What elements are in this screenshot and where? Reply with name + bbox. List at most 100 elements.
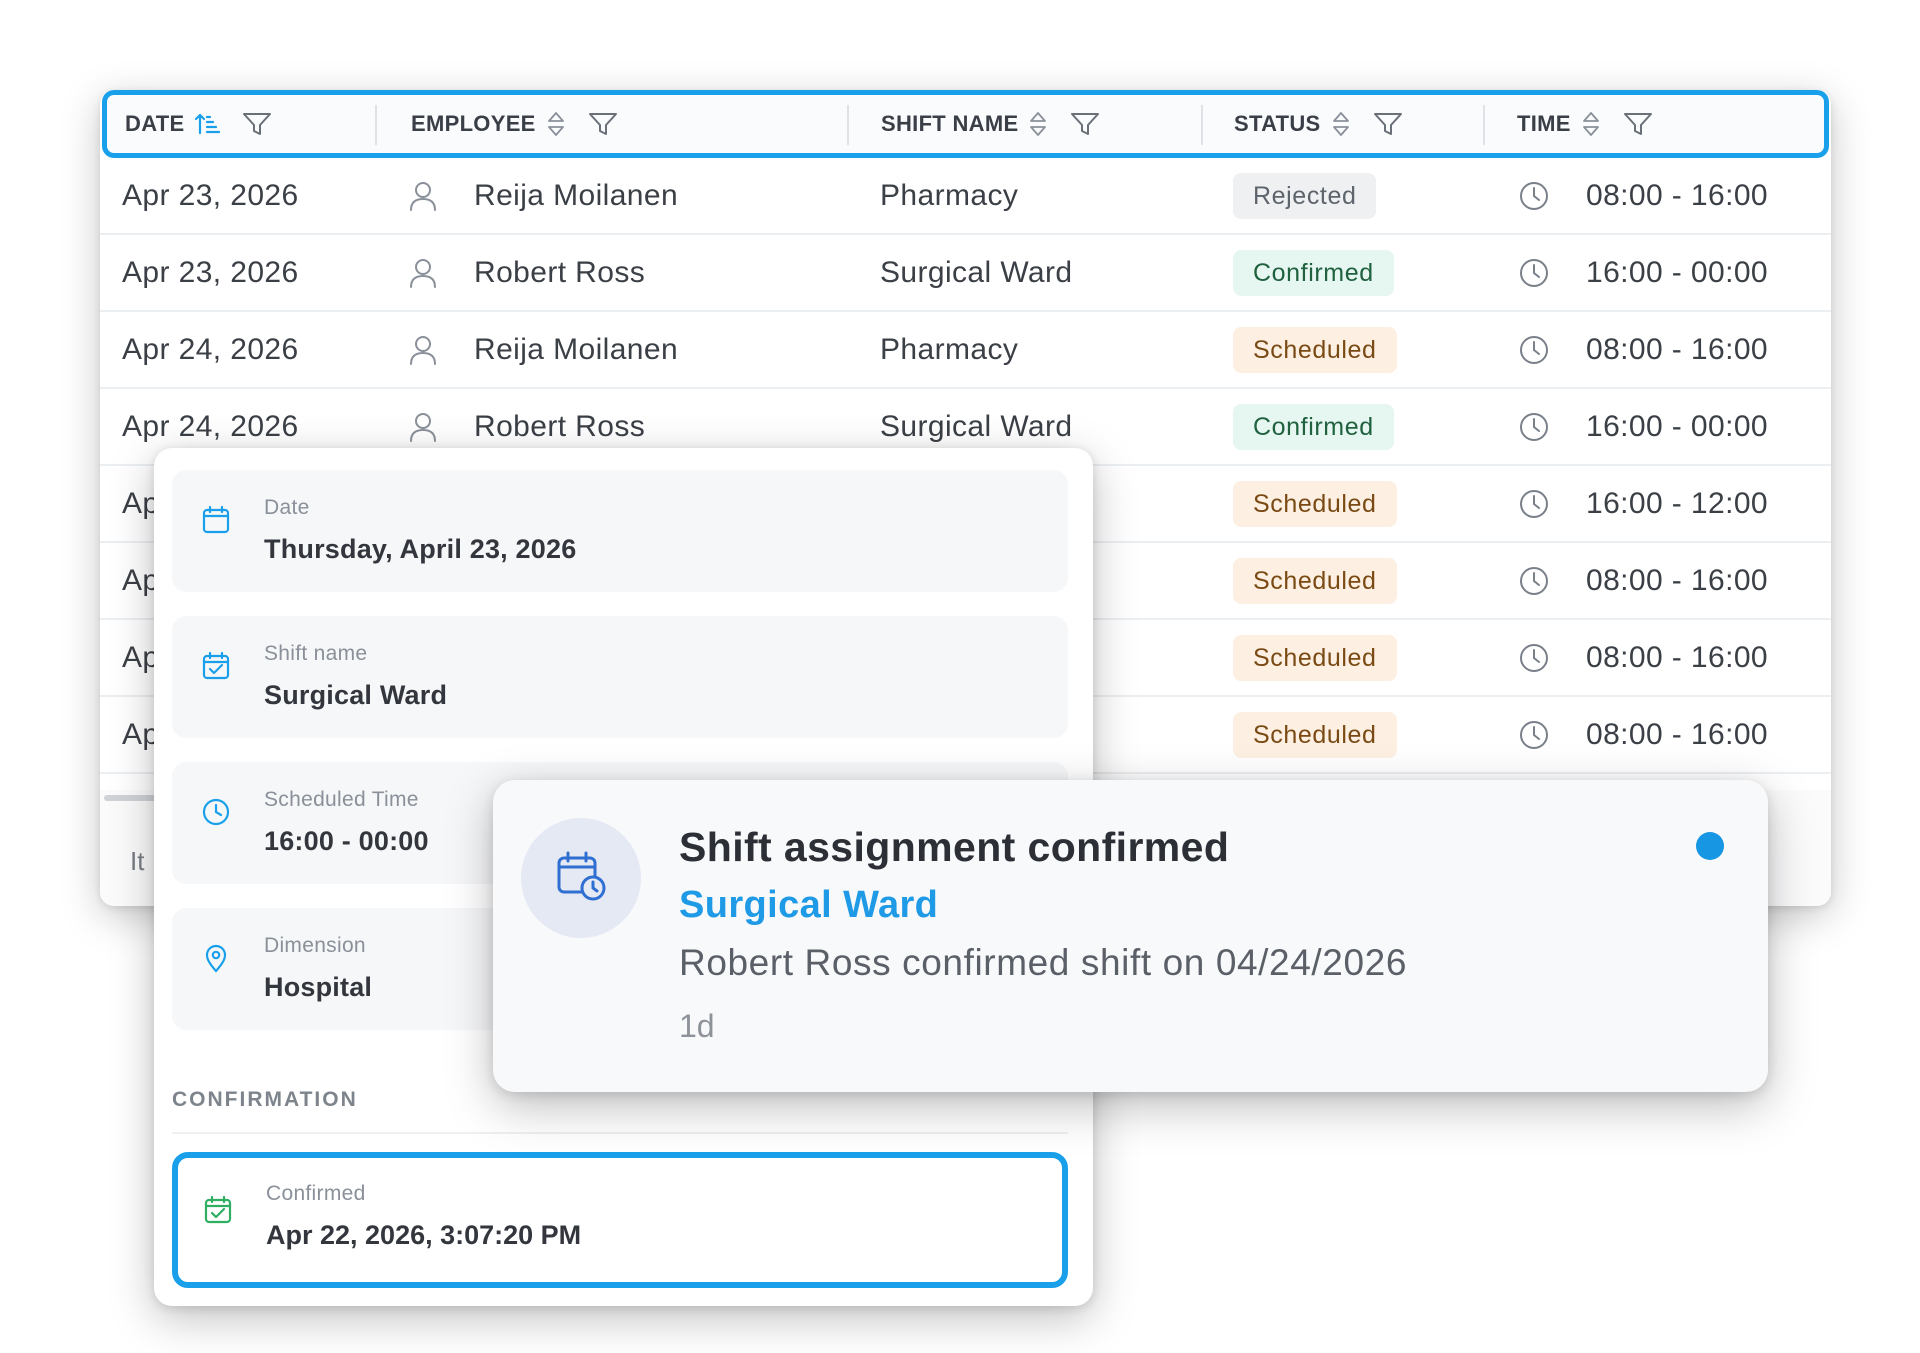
confirmation-section-title: CONFIRMATION xyxy=(172,1088,358,1111)
detail-date-value: Thursday, April 23, 2026 xyxy=(264,534,577,564)
cell-employee: Robert Ross xyxy=(408,256,645,290)
employee-name: Reija Moilanen xyxy=(474,332,679,366)
clock-icon xyxy=(1518,257,1568,289)
column-divider[interactable] xyxy=(847,105,849,145)
status-badge: Scheduled xyxy=(1233,634,1397,681)
detail-shift-name-card: Shift name Surgical Ward xyxy=(172,616,1068,738)
status-badge: Confirmed xyxy=(1233,403,1394,450)
clock-icon xyxy=(1518,334,1568,366)
cell-date: Apr 24, 2026 xyxy=(122,409,299,443)
column-header-employee[interactable]: EMPLOYEE xyxy=(411,95,618,153)
status-badge: Confirmed xyxy=(1233,249,1394,296)
filter-icon[interactable] xyxy=(242,111,272,137)
cell-shift-name: Surgical Ward xyxy=(880,255,1073,289)
clock-icon xyxy=(1518,488,1568,520)
cell-time: 08:00 - 16:00 xyxy=(1518,179,1768,213)
sort-ascending-icon[interactable] xyxy=(194,111,221,137)
time-range: 16:00 - 12:00 xyxy=(1586,486,1769,520)
cell-employee: Reija Moilanen xyxy=(408,179,678,213)
calendar-check-green-icon xyxy=(202,1194,234,1231)
cell-shift-name: Surgical Ward xyxy=(880,409,1073,443)
clock-icon xyxy=(200,796,232,833)
confirmation-card[interactable]: Confirmed Apr 22, 2026, 3:07:20 PM xyxy=(172,1152,1068,1288)
column-label-employee: EMPLOYEE xyxy=(411,111,536,136)
clock-icon xyxy=(1518,565,1568,597)
column-header-shift-name[interactable]: SHIFT NAME xyxy=(881,95,1100,153)
table-row[interactable]: Apr 23, 2026 Reija Moilanen Pharmacy Reject… xyxy=(100,158,1831,235)
column-divider[interactable] xyxy=(1483,105,1485,145)
time-range: 08:00 - 16:00 xyxy=(1586,178,1769,212)
confirmed-timestamp: Apr 22, 2026, 3:07:20 PM xyxy=(266,1220,582,1250)
cell-date: Apr 23, 2026 xyxy=(122,178,299,212)
employee-name: Reija Moilanen xyxy=(474,178,679,212)
filter-icon[interactable] xyxy=(1070,111,1100,137)
user-icon xyxy=(408,257,456,289)
time-range: 08:00 - 16:00 xyxy=(1586,332,1769,366)
location-pin-icon xyxy=(200,942,232,979)
clock-icon xyxy=(1518,411,1568,443)
detail-dimension-label: Dimension xyxy=(264,934,366,957)
cell-time: 08:00 - 16:00 xyxy=(1518,718,1768,752)
table-row[interactable]: Apr 23, 2026 Robert Ross Surgical Ward Conf… xyxy=(100,235,1831,312)
column-divider[interactable] xyxy=(375,105,377,145)
table-header-row: DATE EMPLOYEE SHIFT NAME STATUS TIME xyxy=(102,90,1829,158)
employee-name: Robert Ross xyxy=(474,255,646,289)
notification-shift-link[interactable]: Surgical Ward xyxy=(679,884,938,927)
time-range: 08:00 - 16:00 xyxy=(1586,717,1769,751)
column-divider[interactable] xyxy=(1201,105,1203,145)
calendar-check-icon xyxy=(200,650,232,687)
calendar-icon xyxy=(200,504,232,541)
detail-shift-name-value: Surgical Ward xyxy=(264,680,448,710)
column-header-date[interactable]: DATE xyxy=(125,95,272,153)
notification-time-ago: 1d xyxy=(679,1008,715,1044)
employee-name: Robert Ross xyxy=(474,409,646,443)
cell-time: 16:00 - 00:00 xyxy=(1518,256,1768,290)
time-range: 16:00 - 00:00 xyxy=(1586,255,1769,289)
clock-icon xyxy=(1518,719,1568,751)
column-header-time[interactable]: TIME xyxy=(1517,95,1653,153)
detail-date-card: Date Thursday, April 23, 2026 xyxy=(172,470,1068,592)
user-icon xyxy=(408,411,456,443)
detail-date-label: Date xyxy=(264,496,310,519)
column-label-shift-name: SHIFT NAME xyxy=(881,111,1019,136)
status-badge: Rejected xyxy=(1233,172,1377,219)
sort-unsorted-icon[interactable] xyxy=(546,110,566,138)
sort-unsorted-icon[interactable] xyxy=(1581,110,1601,138)
cell-time: 16:00 - 00:00 xyxy=(1518,410,1768,444)
status-badge: Scheduled xyxy=(1233,480,1397,527)
time-range: 08:00 - 16:00 xyxy=(1586,563,1769,597)
notification-card[interactable]: Shift assignment confirmed Surgical Ward… xyxy=(493,780,1768,1092)
cell-employee: Robert Ross xyxy=(408,410,645,444)
time-range: 08:00 - 16:00 xyxy=(1586,640,1769,674)
column-header-status[interactable]: STATUS xyxy=(1234,95,1403,153)
sort-unsorted-icon[interactable] xyxy=(1028,110,1048,138)
notification-title: Shift assignment confirmed xyxy=(679,824,1230,870)
filter-icon[interactable] xyxy=(588,111,618,137)
calendar-clock-icon xyxy=(551,846,611,911)
cell-time: 08:00 - 16:00 xyxy=(1518,333,1768,367)
footer-items-label: It xyxy=(130,846,145,876)
column-label-status: STATUS xyxy=(1234,111,1321,136)
user-icon xyxy=(408,334,456,366)
section-divider xyxy=(172,1132,1068,1134)
detail-scheduled-time-label: Scheduled Time xyxy=(264,788,419,811)
notification-icon-badge xyxy=(521,818,641,938)
user-icon xyxy=(408,180,456,212)
clock-icon xyxy=(1518,642,1568,674)
unread-indicator xyxy=(1696,832,1724,860)
cell-shift-name: Pharmacy xyxy=(880,178,1019,212)
status-badge: Scheduled xyxy=(1233,557,1397,604)
time-range: 16:00 - 00:00 xyxy=(1586,409,1769,443)
cell-shift-name: Pharmacy xyxy=(880,332,1019,366)
cell-time: 16:00 - 12:00 xyxy=(1518,487,1768,521)
filter-icon[interactable] xyxy=(1623,111,1653,137)
table-row[interactable]: Apr 24, 2026 Reija Moilanen Pharmacy Schedu… xyxy=(100,312,1831,389)
clock-icon xyxy=(1518,180,1568,212)
detail-dimension-value: Hospital xyxy=(264,972,373,1002)
status-badge: Scheduled xyxy=(1233,711,1397,758)
cell-date: Apr 23, 2026 xyxy=(122,255,299,289)
cell-date: Apr 24, 2026 xyxy=(122,332,299,366)
sort-unsorted-icon[interactable] xyxy=(1331,110,1351,138)
notification-message: Robert Ross confirmed shift on 04/24/202… xyxy=(679,942,1407,983)
filter-icon[interactable] xyxy=(1373,111,1403,137)
